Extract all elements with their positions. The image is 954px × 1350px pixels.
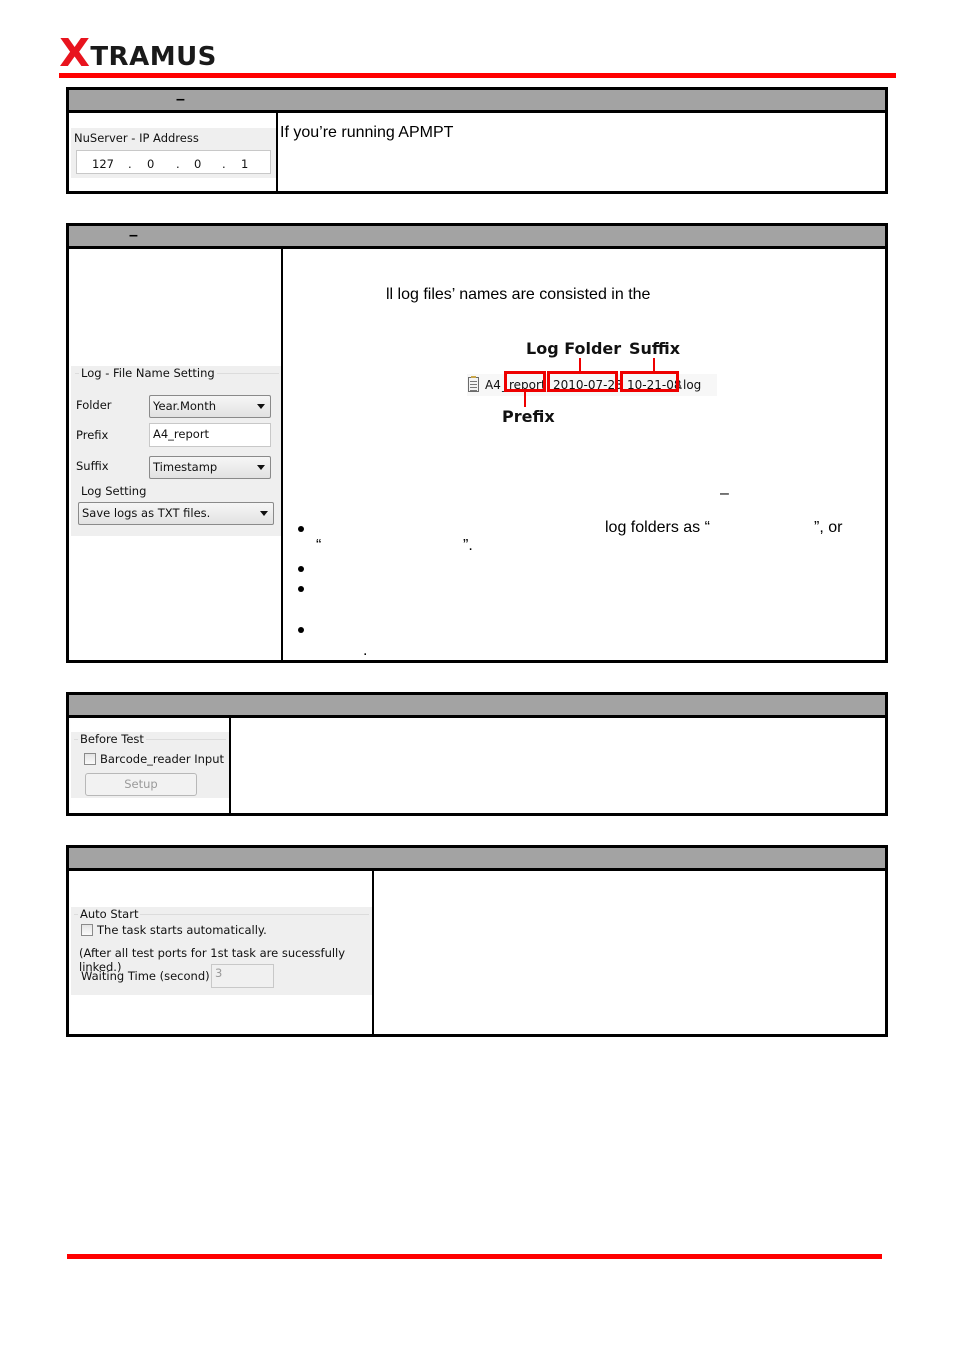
auto-start-checkbox[interactable]	[81, 924, 93, 936]
waiting-time-value: 3	[215, 966, 223, 980]
waiting-time-input[interactable]: 3	[211, 964, 274, 988]
ip-octet-4[interactable]: 1	[241, 154, 248, 174]
dash-separator: –	[720, 485, 729, 502]
description-cell: If you’re running APMPT	[278, 113, 885, 191]
bullet	[298, 627, 304, 633]
xtramus-logo: X TRAMUS	[59, 31, 217, 75]
before-test-panel: Before Test Barcode_reader Input Setup	[71, 732, 229, 798]
log-filename-diagram: Log Folder Suffix A4 _ report _ 2010-07-…	[463, 334, 723, 434]
prefix-input[interactable]: A4_report	[149, 423, 271, 447]
folder-select[interactable]: Year.Month	[149, 395, 271, 418]
prefix-callout: Prefix	[502, 407, 555, 426]
nuserver-ip-label: NuServer - IP Address	[74, 131, 199, 145]
bullet-1-open-quote: “	[316, 537, 322, 554]
barcode-reader-label[interactable]: Barcode_reader Input	[100, 752, 224, 766]
logo-text: TRAMUS	[90, 42, 217, 72]
ip-octet-3[interactable]: 0	[194, 154, 201, 174]
nuserver-description: If you’re running APMPT	[280, 124, 454, 141]
text-file-icon	[468, 376, 479, 392]
ip-octet-1[interactable]: 127	[92, 154, 114, 174]
nuserver-ip-panel: NuServer - IP Address 127 . 0 . 0 . 1	[71, 128, 276, 178]
description-cell: ll log files’ names are consisted in the…	[283, 249, 885, 660]
ip-address-field[interactable]: 127 . 0 . 0 . 1	[76, 150, 271, 174]
ip-dot: .	[176, 157, 180, 171]
suffix-callout: Suffix	[629, 339, 681, 358]
footer-rule	[67, 1254, 882, 1259]
bullet-4-period: .	[363, 642, 368, 659]
log-setting-label: Log Setting	[81, 484, 147, 498]
header-dash: –	[129, 227, 138, 244]
auto-start-checkbox-label[interactable]: The task starts automatically.	[97, 923, 267, 937]
prefix-highlight	[504, 371, 546, 392]
description-cell	[374, 871, 885, 1034]
suffix-pointer	[653, 358, 655, 372]
description-cell	[231, 718, 885, 813]
log-file-name-group-title: Log - File Name Setting	[79, 366, 217, 380]
table-header: –	[69, 90, 885, 113]
suffix-label: Suffix	[76, 459, 109, 473]
suffix-select[interactable]: Timestamp	[149, 456, 271, 479]
log-file-name-table: – Log - File Name Setting Folder Year.Mo…	[66, 223, 888, 663]
chevron-down-icon	[257, 404, 265, 409]
bullet-1-text: log folders as “	[605, 519, 710, 536]
prefix-label: Prefix	[76, 428, 109, 442]
bullet	[298, 586, 304, 592]
log-setting-select-value: Save logs as TXT files.	[82, 506, 211, 520]
log-file-name-panel: Log - File Name Setting Folder Year.Mont…	[71, 366, 281, 536]
bullet	[298, 566, 304, 572]
settings-cell: Auto Start The task starts automatically…	[69, 871, 374, 1034]
settings-cell: Before Test Barcode_reader Input Setup	[69, 718, 231, 813]
chevron-down-icon	[257, 465, 265, 470]
ip-dot: .	[222, 157, 226, 171]
settings-cell: NuServer - IP Address 127 . 0 . 0 . 1	[69, 113, 278, 191]
settings-cell: Log - File Name Setting Folder Year.Mont…	[69, 249, 283, 660]
suffix-highlight	[620, 371, 679, 392]
bullet	[298, 526, 304, 532]
header-dash: –	[176, 91, 185, 108]
before-test-group-title: Before Test	[78, 732, 146, 746]
auto-start-table: Auto Start The task starts automatically…	[66, 845, 888, 1037]
chevron-down-icon	[260, 511, 268, 516]
filename-part-a4: A4	[485, 378, 501, 392]
auto-start-group-title: Auto Start	[78, 907, 141, 921]
header-rule	[59, 73, 896, 78]
auto-start-panel: Auto Start The task starts automatically…	[71, 907, 372, 995]
barcode-reader-checkbox[interactable]	[84, 753, 96, 765]
log-folder-pointer	[579, 358, 581, 372]
bullet-1-text-end: ”, or	[814, 519, 843, 536]
folder-select-value: Year.Month	[153, 399, 216, 413]
ip-dot: .	[128, 157, 132, 171]
setup-button[interactable]: Setup	[85, 773, 197, 796]
filename-part-ext: log	[683, 378, 702, 392]
logo-x: X	[59, 31, 91, 75]
prefix-input-value: A4_report	[153, 427, 210, 441]
bullet-1-close-quote: ”.	[463, 537, 473, 554]
log-name-intro: ll log files’ names are consisted in the	[386, 286, 651, 303]
table-header	[69, 848, 885, 871]
table-header: –	[69, 226, 885, 249]
log-folder-highlight	[547, 371, 618, 392]
log-setting-select[interactable]: Save logs as TXT files.	[78, 502, 274, 525]
ip-octet-2[interactable]: 0	[147, 154, 154, 174]
prefix-pointer	[524, 392, 526, 407]
before-test-table: Before Test Barcode_reader Input Setup	[66, 692, 888, 816]
log-folder-callout: Log Folder	[526, 339, 622, 358]
suffix-select-value: Timestamp	[153, 460, 218, 474]
table-header	[69, 695, 885, 718]
waiting-time-label: Waiting Time (second)	[81, 969, 210, 983]
nuserver-ip-table: – NuServer - IP Address 127 . 0 . 0 . 1 …	[66, 87, 888, 194]
folder-label: Folder	[76, 398, 112, 412]
